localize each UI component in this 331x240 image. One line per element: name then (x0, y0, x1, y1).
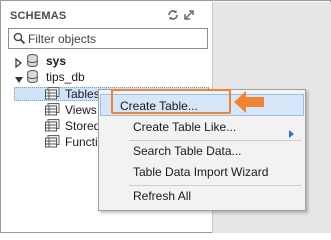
menu-item-search-table-data[interactable]: Search Table Data... (100, 140, 304, 162)
tree-item-label: Tables (65, 87, 100, 101)
functions-folder-icon (45, 135, 60, 148)
database-icon (27, 54, 38, 67)
tree-item-label: Views (65, 103, 97, 117)
refresh-icon[interactable] (166, 8, 180, 22)
menu-item-label: Create Table Like... (133, 120, 237, 134)
tree-item-label: tips_db (46, 70, 85, 84)
search-icon (13, 32, 26, 45)
menu-item-refresh-all[interactable]: Refresh All (100, 185, 304, 207)
callout-highlight-box (111, 89, 231, 114)
menu-item-create-table-like[interactable]: Create Table Like... (100, 116, 304, 138)
collapse-arrow-icon[interactable] (14, 73, 24, 83)
expand-arrow-icon[interactable] (14, 56, 24, 69)
tree-item-tips-db[interactable]: tips_db (1, 69, 211, 85)
tree-item-sys[interactable]: sys (1, 53, 211, 69)
collapse-icon[interactable] (182, 8, 196, 22)
pointer-arrow-icon (233, 90, 265, 114)
navigator-window: SCHEMAS Filter objects sys tips_db Table… (0, 0, 331, 233)
table-folder-icon (45, 87, 60, 100)
menu-item-label: Search Table Data... (133, 144, 242, 158)
menu-item-label: Refresh All (133, 189, 192, 203)
tree-item-label: Functi (65, 135, 98, 149)
database-icon (27, 70, 38, 83)
filter-field[interactable] (8, 28, 208, 49)
tree-item-label: Stored (65, 119, 101, 133)
filter-input[interactable] (28, 30, 204, 47)
panel-title: SCHEMAS (10, 10, 67, 22)
stored-procedures-folder-icon (45, 119, 60, 132)
schemas-header: SCHEMAS (2, 2, 212, 28)
menu-item-label: Table Data Import Wizard (133, 165, 269, 179)
tree-item-label: sys (46, 54, 67, 68)
views-folder-icon (45, 103, 60, 116)
submenu-arrow-icon (289, 123, 294, 138)
menu-item-table-data-import-wizard[interactable]: Table Data Import Wizard (100, 161, 304, 183)
